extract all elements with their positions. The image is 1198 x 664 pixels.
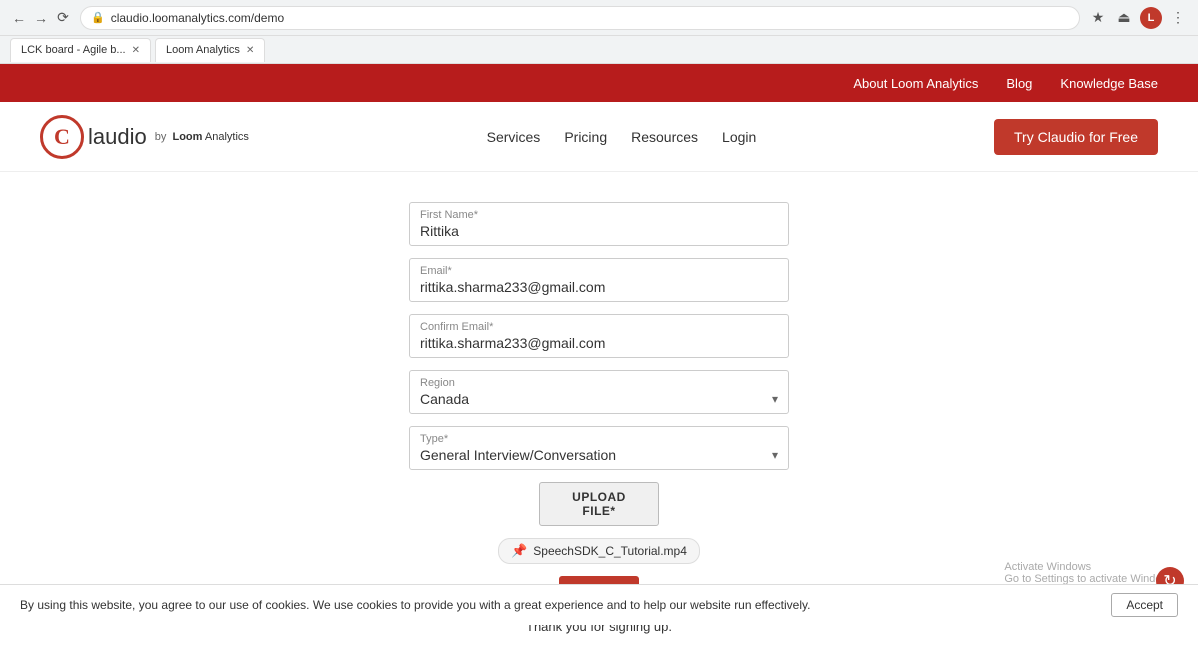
tab-lck[interactable]: LCK board - Agile b... ✕: [10, 38, 151, 62]
email-label: Email*: [420, 265, 778, 277]
tabs-bar: LCK board - Agile b... ✕ Loom Analytics …: [0, 36, 1198, 64]
form-container: First Name* Email* Confirm Email* Region…: [409, 202, 789, 634]
browser-actions: ★ ⏏ L ⋮: [1088, 7, 1188, 29]
tab-loom-close[interactable]: ✕: [246, 45, 254, 56]
tab-loom-label: Loom Analytics: [166, 44, 240, 56]
cookie-bar: By using this website, you agree to our …: [0, 584, 1198, 625]
nav-pricing[interactable]: Pricing: [564, 129, 607, 145]
first-name-label: First Name*: [420, 209, 778, 221]
email-input[interactable]: [420, 279, 778, 295]
first-name-input[interactable]: [420, 223, 778, 239]
try-claudio-button[interactable]: Try Claudio for Free: [994, 119, 1158, 155]
tab-lck-label: LCK board - Agile b...: [21, 44, 126, 56]
address-bar[interactable]: 🔒 claudio.loomanalytics.com/demo: [80, 6, 1080, 30]
main-nav: Services Pricing Resources Login: [487, 129, 757, 145]
windows-watermark: Activate Windows Go to Settings to activ…: [1004, 561, 1178, 585]
type-select-wrapper: General Interview/Conversation Legal Pro…: [420, 447, 778, 463]
main-header: C laudio by Loom Analytics Services Pric…: [0, 102, 1198, 172]
watermark-line1: Activate Windows: [1004, 561, 1178, 573]
upload-file-button[interactable]: UPLOAD FILE*: [539, 482, 659, 526]
knowledge-base-link[interactable]: Knowledge Base: [1060, 76, 1158, 91]
url-text: claudio.loomanalytics.com/demo: [111, 11, 284, 25]
menu-button[interactable]: ⋮: [1168, 8, 1188, 28]
logo-analytics: Analytics: [205, 131, 249, 143]
blog-link[interactable]: Blog: [1006, 76, 1032, 91]
logo: C laudio by Loom Analytics: [40, 115, 249, 159]
type-field: Type* General Interview/Conversation Leg…: [409, 426, 789, 470]
first-name-field: First Name*: [409, 202, 789, 246]
logo-appname: laudio: [88, 124, 147, 150]
file-name: SpeechSDK_C_Tutorial.mp4: [533, 544, 687, 558]
confirm-email-label: Confirm Email*: [420, 321, 778, 333]
accept-button[interactable]: Accept: [1111, 593, 1178, 617]
back-button[interactable]: ←: [10, 9, 28, 27]
region-select-wrapper: Canada United States United Kingdom Aust…: [420, 391, 778, 407]
forward-button[interactable]: →: [32, 9, 50, 27]
extensions-button[interactable]: ⏏: [1114, 8, 1134, 28]
bookmark-button[interactable]: ★: [1088, 8, 1108, 28]
logo-letter: C: [40, 115, 84, 159]
region-select[interactable]: Canada United States United Kingdom Aust…: [420, 391, 778, 407]
nav-buttons: ← → ⟳: [10, 9, 72, 27]
file-badge: 📌 SpeechSDK_C_Tutorial.mp4: [498, 538, 700, 564]
logo-by: by Loom Analytics: [155, 131, 249, 143]
cookie-message: By using this website, you agree to our …: [20, 598, 810, 612]
confirm-email-field: Confirm Email*: [409, 314, 789, 358]
type-label: Type*: [420, 433, 778, 445]
lock-icon: 🔒: [91, 11, 105, 24]
tab-lck-close[interactable]: ✕: [132, 45, 140, 56]
nav-services[interactable]: Services: [487, 129, 541, 145]
email-field: Email*: [409, 258, 789, 302]
about-link[interactable]: About Loom Analytics: [853, 76, 978, 91]
reload-button[interactable]: ⟳: [54, 9, 72, 27]
paperclip-icon: 📌: [511, 543, 527, 559]
type-select[interactable]: General Interview/Conversation Legal Pro…: [420, 447, 778, 463]
top-nav: About Loom Analytics Blog Knowledge Base: [0, 64, 1198, 102]
browser-bar: ← → ⟳ 🔒 claudio.loomanalytics.com/demo ★…: [0, 0, 1198, 36]
nav-resources[interactable]: Resources: [631, 129, 698, 145]
nav-login[interactable]: Login: [722, 129, 756, 145]
logo-loom: Loom: [172, 131, 202, 143]
region-field: Region Canada United States United Kingd…: [409, 370, 789, 414]
region-label: Region: [420, 377, 778, 389]
tab-loom[interactable]: Loom Analytics ✕: [155, 38, 265, 62]
profile-avatar[interactable]: L: [1140, 7, 1162, 29]
confirm-email-input[interactable]: [420, 335, 778, 351]
